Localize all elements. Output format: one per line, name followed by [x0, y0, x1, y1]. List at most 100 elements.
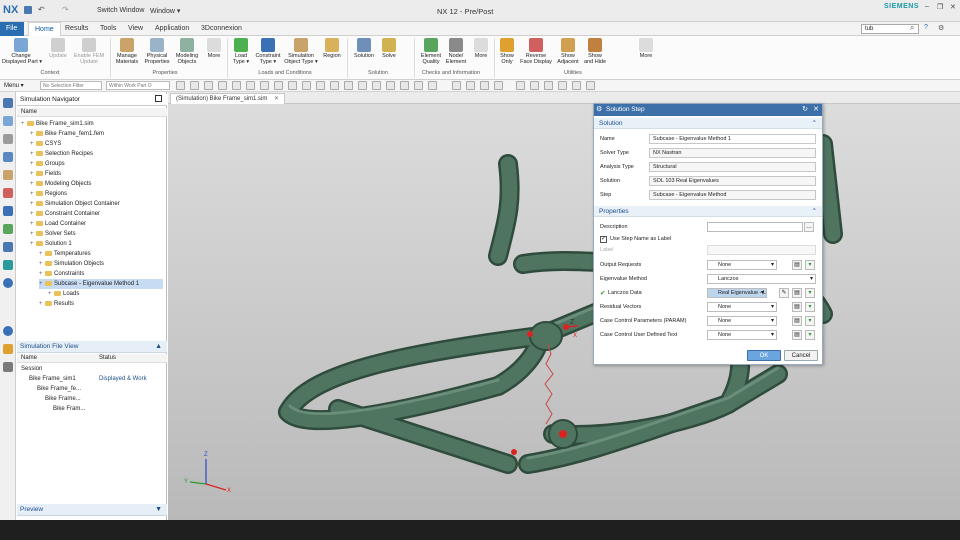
tree-item[interactable]: + Bike Frame_sim1.sim	[21, 119, 163, 129]
toolbar-icon[interactable]	[176, 81, 185, 90]
toolbar-icon[interactable]	[386, 81, 395, 90]
file-view-row[interactable]: Session	[21, 364, 165, 374]
settings-icon[interactable]: ⚙	[938, 24, 944, 32]
expand-icon[interactable]: ▼	[155, 504, 162, 516]
web-browser-icon[interactable]	[3, 206, 13, 216]
doc-tab-bike-frame-sim[interactable]: (Simulation) Bike Frame_sim1.sim ✕	[170, 93, 286, 104]
constraint-navigator-icon[interactable]	[3, 134, 13, 144]
roles-icon[interactable]	[3, 278, 13, 288]
toolbar-icon[interactable]	[358, 81, 367, 90]
layer-icon[interactable]	[3, 362, 13, 372]
toolbar-icon[interactable]	[572, 81, 581, 90]
toolbar-icon[interactable]	[190, 81, 199, 90]
navigator-icon[interactable]	[3, 98, 13, 108]
tree-item[interactable]: + Groups	[30, 159, 163, 169]
tab-file[interactable]: File	[0, 22, 24, 36]
show-only-button[interactable]: Show Only	[496, 38, 518, 65]
property-dropdown[interactable]: Real Eigenvalue - L	[707, 288, 767, 298]
palette-icon[interactable]	[3, 344, 13, 354]
toolbar-icon[interactable]	[288, 81, 297, 90]
part-navigator-icon[interactable]	[3, 152, 13, 162]
toolbar-icon[interactable]	[302, 81, 311, 90]
show-and-hide-button[interactable]: Show and Hide	[582, 38, 608, 65]
description-input[interactable]	[707, 222, 803, 232]
reverse-face-display-button[interactable]: Reverse Face Display	[518, 38, 554, 65]
close-icon[interactable]: ✕	[950, 3, 956, 11]
create-modeling-object-button[interactable]: ▤	[792, 260, 802, 270]
reset-icon[interactable]: ↻	[802, 104, 808, 116]
file-view-row[interactable]: Bike Fram...	[21, 404, 165, 414]
create-modeling-object-button[interactable]: ▤	[792, 330, 802, 340]
file-view-col-name[interactable]: Name	[21, 355, 37, 361]
history-icon[interactable]	[3, 224, 13, 234]
solution-field-value[interactable]: Subcase - Eigenvalue Method 1	[649, 134, 816, 144]
assembly-navigator-icon[interactable]	[3, 116, 13, 126]
list-arrow-icon[interactable]: ▾	[805, 316, 815, 326]
toolbar-icon[interactable]	[530, 81, 539, 90]
toolbar-icon[interactable]	[330, 81, 339, 90]
physical-properties-button[interactable]: Physical Properties	[142, 38, 172, 65]
tree-item[interactable]: + Bike Frame_fem1.fem	[30, 129, 163, 139]
toolbar-icon[interactable]	[204, 81, 213, 90]
tab-application[interactable]: Application	[149, 22, 195, 36]
toolbar-icon[interactable]	[316, 81, 325, 90]
tree-item[interactable]: + CSYS	[30, 139, 163, 149]
property-dropdown[interactable]: None	[707, 302, 777, 312]
cancel-button[interactable]: Cancel	[784, 350, 818, 361]
toolbar-icon[interactable]	[260, 81, 269, 90]
toolbar-icon[interactable]	[428, 81, 437, 90]
property-dropdown[interactable]: None	[707, 260, 777, 270]
element-quality-button[interactable]: Element Quality	[418, 38, 444, 65]
tree-item[interactable]: + Constraints	[39, 269, 163, 279]
system-materials-icon[interactable]	[3, 242, 13, 252]
window-menu-button[interactable]: Window ▾	[150, 7, 180, 15]
checks-more-button[interactable]: More	[470, 38, 492, 59]
toolbar-icon[interactable]	[516, 81, 525, 90]
toolbar-icon[interactable]	[344, 81, 353, 90]
toolbar-icon[interactable]	[480, 81, 489, 90]
toolbar-icon[interactable]	[452, 81, 461, 90]
tree-item[interactable]: + Solution 1	[30, 239, 163, 249]
process-studio-icon[interactable]	[3, 260, 13, 270]
simulation-object-type-button[interactable]: Simulation Object Type ▾	[283, 38, 319, 65]
collapse-section-icon[interactable]: ⌃	[812, 118, 817, 129]
tree-item[interactable]: + Subcase - Eigenvalue Method 1	[39, 279, 163, 289]
ok-button[interactable]: OK	[747, 350, 781, 361]
load-type-button[interactable]: Load Type ▾	[229, 38, 253, 65]
solve-button[interactable]: Solve	[378, 38, 400, 59]
switch-window-button[interactable]: Switch Window	[97, 7, 144, 14]
tab-tools[interactable]: Tools	[94, 22, 122, 36]
assembly-scope-dropdown[interactable]: Within Work Part O	[106, 81, 170, 90]
preview-header[interactable]: Preview ▼	[17, 504, 167, 516]
toolbar-icon[interactable]	[494, 81, 503, 90]
tree-item[interactable]: + Loads	[48, 289, 163, 299]
manage-materials-button[interactable]: Manage Materials	[112, 38, 142, 65]
tree-item[interactable]: + Solver Sets	[30, 229, 163, 239]
properties-section-header[interactable]: Properties ⌃	[594, 206, 822, 217]
region-button[interactable]: Region	[320, 38, 344, 59]
toolbar-icon[interactable]	[232, 81, 241, 90]
toolbar-icon[interactable]	[246, 81, 255, 90]
save-icon[interactable]	[24, 6, 32, 14]
close-tab-icon[interactable]: ✕	[274, 96, 279, 102]
clock-icon[interactable]	[3, 326, 13, 336]
tab-home[interactable]: Home	[28, 22, 61, 36]
use-step-name-checkbox[interactable]: ✓	[600, 236, 607, 243]
property-dropdown[interactable]: None	[707, 330, 777, 340]
toolbar-icon[interactable]	[400, 81, 409, 90]
dialog-title-bar[interactable]: ⚙ Solution Step ↻ ✕	[594, 104, 822, 116]
collapse-icon[interactable]: ▲	[155, 341, 162, 353]
tree-item[interactable]: + Temperatures	[39, 249, 163, 259]
tree-item[interactable]: + Selection Recipes	[30, 149, 163, 159]
solution-button[interactable]: Solution	[350, 38, 378, 59]
tree-item[interactable]: + Load Container	[30, 219, 163, 229]
tab-results[interactable]: Results	[59, 22, 94, 36]
toolbar-icon[interactable]	[544, 81, 553, 90]
file-view-row[interactable]: Bike Frame_fe...	[21, 384, 165, 394]
reuse-library-icon[interactable]	[3, 170, 13, 180]
tree-item[interactable]: + Regions	[30, 189, 163, 199]
toolbar-icon[interactable]	[274, 81, 283, 90]
tree-item[interactable]: + Constraint Container	[30, 209, 163, 219]
change-displayed-part-button[interactable]: Change Displayed Part ▾	[2, 38, 42, 65]
collapse-section-icon[interactable]: ⌃	[812, 206, 817, 217]
